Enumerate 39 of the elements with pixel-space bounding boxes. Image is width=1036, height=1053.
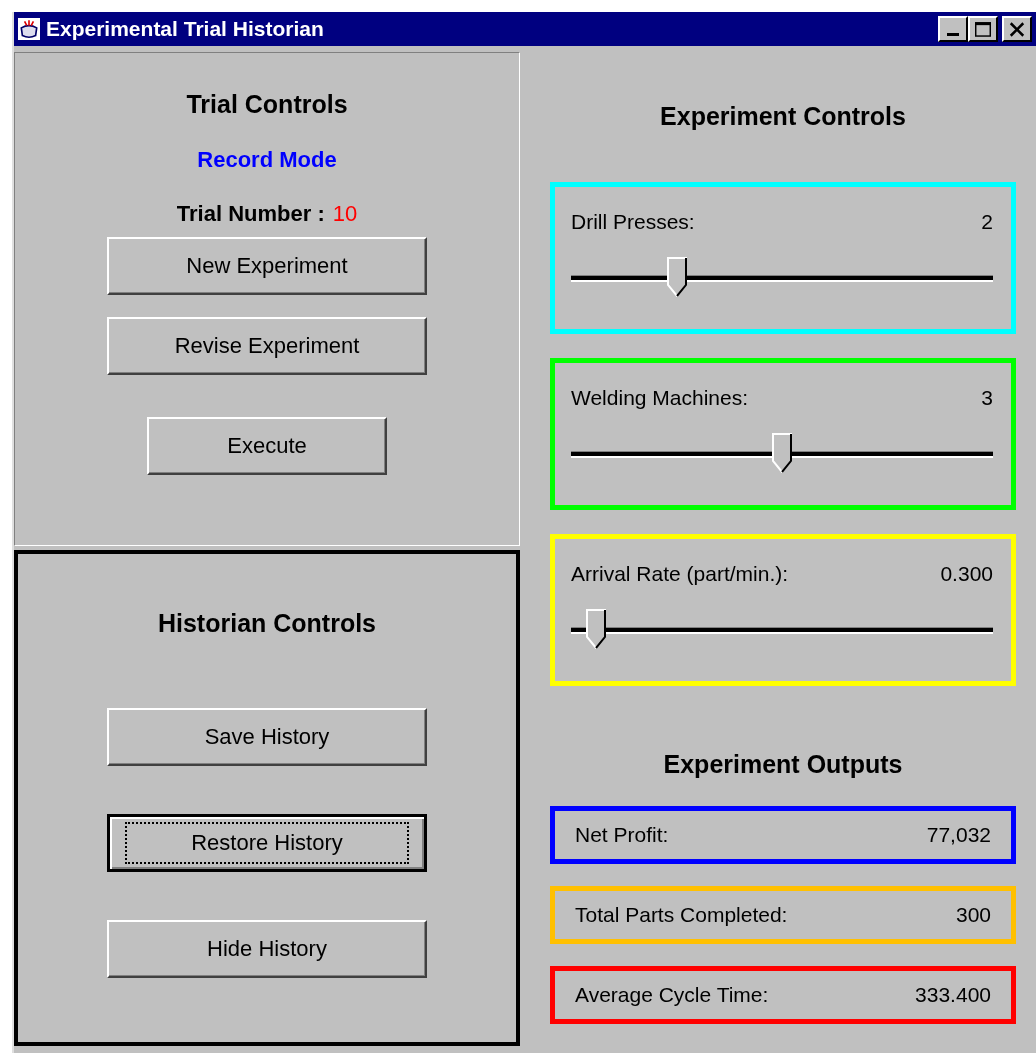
trial-number-value: 10 [332,200,358,228]
slider-thumb[interactable] [665,257,688,297]
panel-title: Trial Controls [186,89,348,119]
trial-number-label: Trial Number : [176,200,325,228]
close-icon [1009,21,1025,37]
action-button[interactable]: Revise Experiment [107,317,427,375]
output-value: 77,032 [926,823,991,847]
action-button[interactable]: Save History [107,708,427,766]
action-button[interactable]: Execute [147,417,387,475]
output-label: Total Parts Completed: [575,903,788,927]
minimize-icon [947,32,959,36]
output-value: 300 [955,903,991,927]
slider-track[interactable] [571,451,993,458]
app-icon [18,18,40,40]
mode-label: Record Mode [197,146,337,174]
window-title: Experimental Trial Historian [46,17,325,41]
close-button[interactable] [1002,16,1032,42]
maximize-icon [975,21,991,37]
output-value: 333.400 [915,983,991,1007]
action-button[interactable]: Hide History [107,920,427,978]
section-title: Experiment Outputs [662,749,904,780]
panel-title: Historian Controls [157,608,377,638]
output-label: Net Profit: [575,823,669,847]
slider-label: Drill Presses: [571,209,695,235]
slider-track[interactable] [571,275,993,282]
slider-track[interactable] [571,627,993,634]
slider-label: Welding Machines: [571,385,749,411]
minimize-button[interactable] [938,16,968,42]
action-button[interactable]: New Experiment [107,237,427,295]
slider-thumb[interactable] [771,433,793,473]
maximize-button[interactable] [968,16,998,42]
slider-label: Arrival Rate (part/min.): [571,561,789,587]
output-label: Average Cycle Time: [575,983,769,1007]
slider-thumb[interactable] [585,609,608,649]
slider-value: 3 [981,385,993,411]
action-button[interactable]: Restore History [107,814,427,872]
section-title: Experiment Controls [659,101,907,132]
slider-value: 0.300 [940,561,993,587]
slider-value: 2 [981,209,993,235]
